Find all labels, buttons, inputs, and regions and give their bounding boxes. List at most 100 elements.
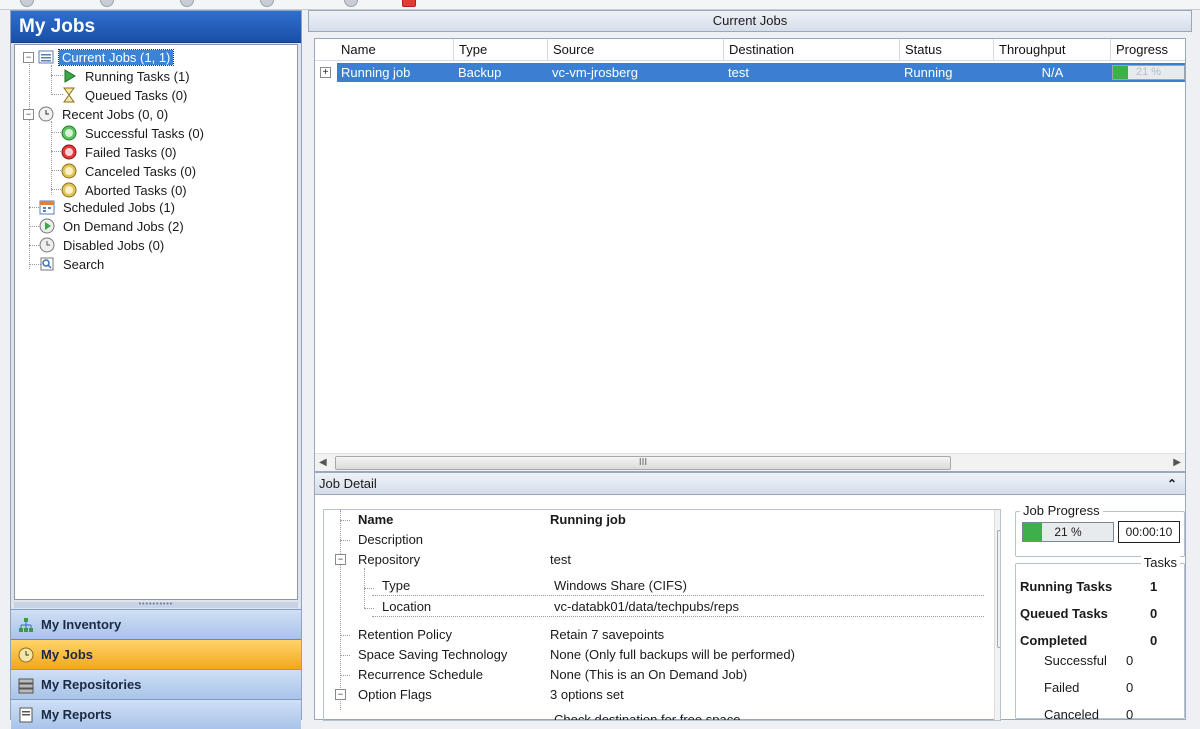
horizontal-scrollbar[interactable]: ◀ III ▶ — [315, 453, 1185, 471]
scroll-left-icon[interactable]: ◀ — [319, 457, 327, 468]
tree-item-aborted-tasks[interactable]: Aborted Tasks (0) — [61, 181, 190, 199]
failed-value: 0 — [1126, 680, 1134, 695]
tree-item-label: On Demand Jobs (2) — [63, 218, 184, 234]
collapse-icon[interactable]: ⌃ — [1167, 473, 1177, 495]
column-header-status[interactable]: Status — [900, 39, 994, 61]
tree-item-failed-tasks[interactable]: Failed Tasks (0) — [61, 143, 180, 161]
toolbar-button-icon[interactable] — [180, 0, 194, 7]
property-value: Check destination for free space — [554, 712, 741, 721]
inventory-icon — [17, 616, 35, 634]
table-row[interactable]: Running job Backup vc-vm-jrosberg test R… — [337, 63, 1185, 82]
successful-label: Successful — [1044, 653, 1107, 668]
column-header-type[interactable]: Type — [454, 39, 548, 61]
vertical-scrollbar[interactable]: ▲ ▼ — [994, 510, 1000, 720]
queued-tasks-label: Queued Tasks — [1020, 606, 1108, 621]
left-pane: My Jobs − Current Jobs (1, 1) Running Ta… — [10, 10, 302, 729]
nav-my-repositories[interactable]: My Repositories — [11, 669, 301, 699]
play-icon — [61, 68, 77, 84]
collapse-icon[interactable]: − — [23, 108, 34, 120]
property-row: − Repository test — [324, 550, 984, 570]
property-key: Repository — [358, 552, 421, 567]
nav-my-inventory[interactable]: My Inventory — [11, 609, 301, 639]
scroll-thumb[interactable]: III — [335, 456, 951, 470]
property-value: test — [550, 552, 571, 567]
toolbar-button-icon[interactable] — [260, 0, 274, 7]
search-icon — [39, 256, 55, 272]
tree-item-label: Queued Tasks (0) — [85, 87, 188, 103]
property-row: Location vc-databk01/data/techpubs/reps — [372, 597, 984, 617]
job-detail-panel: Job Detail ⌃ Name Running job Descriptio… — [314, 472, 1186, 722]
progress-text: 21 % — [1135, 66, 1162, 78]
tree-item-current-jobs[interactable]: − Current Jobs (1, 1) — [23, 48, 175, 66]
running-tasks-label: Running Tasks — [1020, 579, 1113, 594]
property-key: Description — [358, 532, 424, 547]
nav-label: My Inventory — [41, 617, 122, 632]
aborted-icon — [61, 182, 77, 198]
queued-tasks-value: 0 — [1150, 606, 1158, 621]
nav-my-reports[interactable]: My Reports — [11, 699, 301, 729]
tree-item-recent-jobs[interactable]: − Recent Jobs (0, 0) — [23, 105, 171, 123]
calendar-icon — [39, 199, 55, 215]
pane-splitter[interactable]: •••••••••• — [14, 601, 298, 608]
tree-item-successful-tasks[interactable]: Successful Tasks (0) — [61, 124, 207, 142]
canceled-icon — [61, 163, 77, 179]
collapse-icon[interactable]: − — [335, 554, 346, 565]
toolbar-button-icon[interactable] — [100, 0, 114, 7]
tree-item-label: Successful Tasks (0) — [85, 125, 204, 141]
nav-label: My Jobs — [41, 647, 94, 662]
progress-text: 21 % — [1054, 525, 1082, 539]
scroll-thumb[interactable] — [997, 530, 1000, 648]
cell-name: Running job — [341, 65, 411, 80]
column-header-throughput[interactable]: Throughput — [994, 39, 1111, 61]
column-header-name[interactable]: Name — [336, 39, 454, 61]
tasks-group: Tasks Running Tasks 1 Queued Tasks 0 Com… — [1015, 555, 1185, 722]
tree-item-disabled-jobs[interactable]: Disabled Jobs (0) — [39, 236, 167, 254]
toolbar-button-icon[interactable] — [344, 0, 358, 7]
property-key: Option Flags — [358, 687, 432, 702]
success-icon — [61, 125, 77, 141]
property-row: Name Running job — [324, 510, 984, 530]
tree-item-label: Failed Tasks (0) — [85, 144, 177, 160]
property-key: Recurrence Schedule — [358, 667, 484, 682]
tree-item-canceled-tasks[interactable]: Canceled Tasks (0) — [61, 162, 199, 180]
toolbar-button-icon[interactable] — [20, 0, 34, 7]
collapse-icon[interactable]: − — [335, 689, 346, 700]
expand-row-icon[interactable]: + — [320, 67, 331, 78]
collapse-icon[interactable]: − — [23, 51, 34, 63]
running-tasks-value: 1 — [1150, 579, 1158, 594]
property-key: Type — [382, 578, 411, 593]
tree-item-on-demand-jobs[interactable]: On Demand Jobs (2) — [39, 217, 187, 235]
scroll-down-icon[interactable]: ▼ — [998, 706, 1000, 716]
pane-title: My Jobs — [11, 11, 301, 43]
job-detail-header[interactable]: Job Detail ⌃ — [315, 473, 1185, 495]
stop-icon[interactable] — [402, 0, 416, 7]
tree-item-label: Recent Jobs (0, 0) — [62, 106, 169, 122]
tree-item-search[interactable]: Search — [39, 255, 107, 273]
column-header-destination[interactable]: Destination — [724, 39, 900, 61]
cell-type: Backup — [458, 65, 502, 80]
property-row: − Option Flags 3 options set — [324, 685, 984, 705]
property-row: Recurrence Schedule None (This is an On … — [324, 665, 984, 685]
row-progress-bar: 21 % — [1112, 65, 1185, 80]
cell-status: Running — [904, 65, 953, 80]
tree-item-queued-tasks[interactable]: Queued Tasks (0) — [61, 86, 190, 104]
nav-my-jobs[interactable]: My Jobs — [11, 639, 301, 669]
scroll-up-icon[interactable]: ▲ — [998, 513, 1000, 523]
tree-item-label: Scheduled Jobs (1) — [63, 199, 176, 215]
completed-value: 0 — [1150, 633, 1158, 648]
tree-item-running-tasks[interactable]: Running Tasks (1) — [61, 67, 193, 85]
job-detail-title: Job Detail — [319, 476, 377, 491]
column-header-source[interactable]: Source — [548, 39, 724, 61]
progress-panel: Job Progress 21 % 00:00:10 Tasks Running… — [1015, 503, 1185, 722]
property-value: None (This is an On Demand Job) — [550, 667, 748, 682]
property-value: Windows Share (CIFS) — [554, 578, 687, 593]
canceled-value: 0 — [1126, 707, 1134, 722]
tree-item-label: Search — [63, 256, 105, 272]
property-key: Name — [358, 512, 394, 527]
scroll-right-icon[interactable]: ▶ — [1173, 457, 1181, 468]
hourglass-icon — [61, 87, 77, 103]
column-header-progress[interactable]: Progress — [1111, 39, 1185, 61]
nav-label: My Repositories — [41, 677, 142, 692]
tree-item-scheduled-jobs[interactable]: Scheduled Jobs (1) — [39, 198, 178, 216]
property-key: Space Saving Technology — [358, 647, 508, 662]
